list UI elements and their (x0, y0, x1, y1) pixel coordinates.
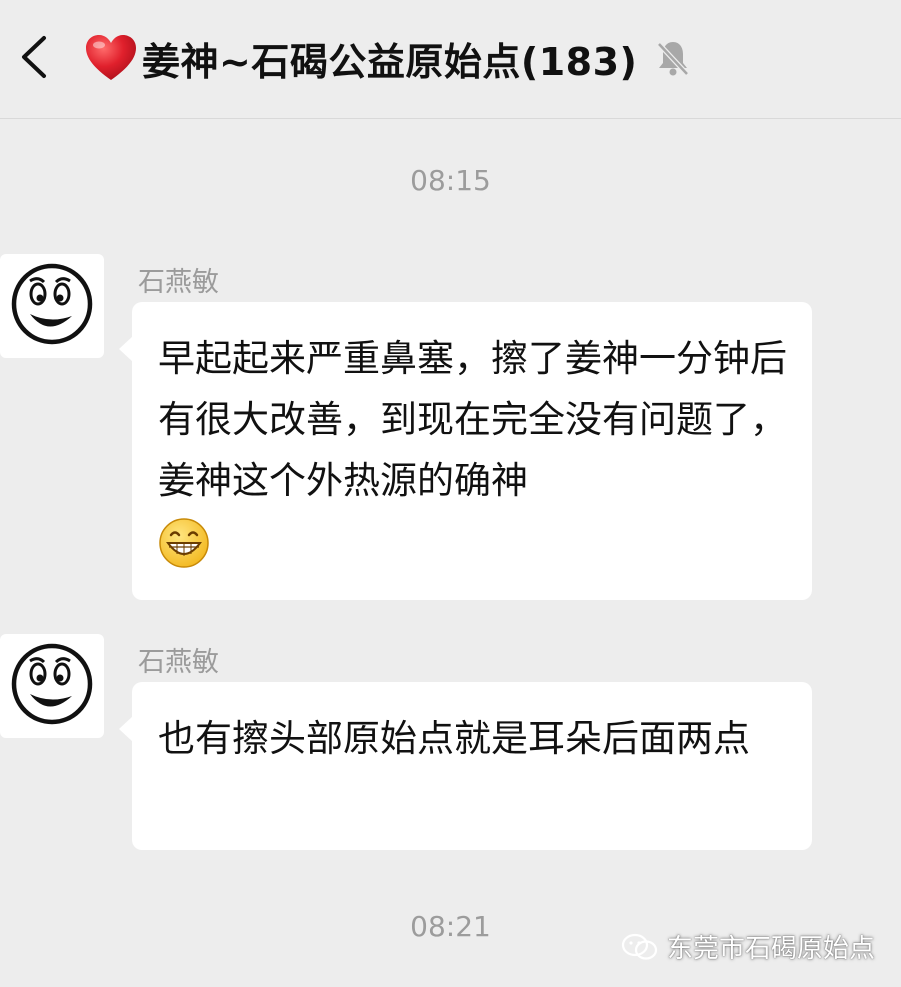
chevron-left-icon[interactable] (14, 34, 58, 80)
sender-name: 石燕敏 (138, 267, 219, 298)
grinning-face-emoji-icon (159, 518, 209, 568)
sender-name: 石燕敏 (138, 647, 219, 678)
message-bubble[interactable]: 也有擦头部原始点就是耳朵后面两点 (119, 682, 812, 850)
avatar[interactable] (0, 634, 104, 738)
message-text: 也有擦头部原始点就是耳朵后面两点 (158, 717, 750, 760)
chat-header: 姜神~石碣公益原始点(183) (0, 0, 901, 119)
smiley-face-avatar-icon (11, 263, 93, 345)
smiley-face-avatar-icon (11, 643, 93, 725)
chat-title-group: 姜神~石碣公益原始点(183) (84, 26, 691, 90)
avatar[interactable] (0, 254, 104, 358)
wechat-official-account-icon (621, 933, 658, 960)
bell-off-icon (657, 42, 690, 76)
timestamp: 08:15 (410, 164, 491, 197)
red-heart-icon (86, 35, 136, 80)
message-bubble[interactable]: 早起起来严重鼻塞，擦了姜神一分钟后有很大改善，到现在完全没有问题了，姜神这个外热… (119, 302, 812, 600)
watermark-text: 东莞市石碣原始点 (666, 934, 875, 964)
watermark: 东莞市石碣原始点 (621, 928, 875, 965)
message-text: 早起起来严重鼻塞，擦了姜神一分钟后有很大改善，到现在完全没有问题了，姜神这个外热… (158, 337, 787, 502)
chat-title: 姜神~石碣公益原始点(183) (142, 39, 638, 84)
